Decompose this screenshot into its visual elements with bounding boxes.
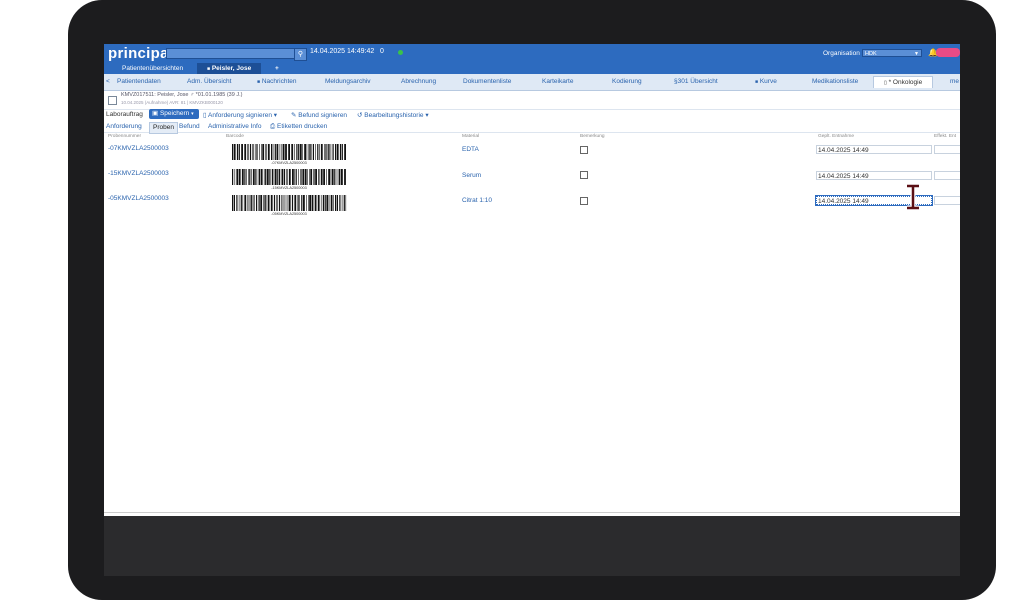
history-button[interactable]: ↺ Bearbeitungshistorie ▾ <box>357 111 429 119</box>
patient-info: KMVZ017511: Peisler, Jose ♂ *01.01.1985 … <box>121 92 243 98</box>
status-dot-icon <box>398 50 403 55</box>
nav-back-icon[interactable]: < <box>106 78 110 85</box>
top-bar: principa ⚲ 14.04.2025 14:49:42 0 Organis… <box>104 44 960 74</box>
nav-meldungsarchiv[interactable]: Meldungsarchiv <box>325 78 371 85</box>
effective-date-input[interactable] <box>934 171 960 180</box>
nav-nachrichten[interactable]: ■ Nachrichten <box>257 78 297 85</box>
chevron-down-icon: ▾ <box>191 111 194 117</box>
tab-anforderung[interactable]: Anforderung <box>106 123 142 130</box>
nav-onkologie[interactable]: ▯ * Onkologie <box>873 76 934 88</box>
nav-bar: < Patientendaten Adm. Übersicht ■ Nachri… <box>104 74 960 91</box>
nav-301-uebersicht[interactable]: §301 Übersicht <box>674 78 718 85</box>
patient-checkbox[interactable] <box>108 96 117 105</box>
organisation-select[interactable]: HDK ▼ <box>862 49 922 57</box>
tab-befund[interactable]: Befund <box>179 123 200 130</box>
tab-patient-overview[interactable]: Patientenübersichten <box>122 63 183 74</box>
history-icon: ↺ <box>357 112 363 119</box>
sign-result-label: Befund signieren <box>298 112 348 119</box>
tab-proben[interactable]: Proben <box>149 122 178 134</box>
save-button[interactable]: ▣ Speichern ▾ <box>149 109 199 119</box>
nav-dokumentenliste[interactable]: Dokumentenliste <box>463 78 511 85</box>
save-icon: ▣ <box>152 110 159 117</box>
toolbar-label: Laborauftrag <box>106 111 143 118</box>
col-probennummer: Probennummer <box>108 134 142 139</box>
barcode-bars-icon <box>232 169 346 185</box>
nav-adm-uebersicht[interactable]: Adm. Übersicht <box>187 78 231 85</box>
effective-date-input[interactable] <box>934 196 960 205</box>
bemerkung-checkbox[interactable] <box>580 197 588 205</box>
history-label: Bearbeitungshistorie <box>364 112 424 119</box>
search-input[interactable] <box>166 48 296 59</box>
nav-karteikarte[interactable]: Karteikarte <box>542 78 573 85</box>
folder-icon: ■ <box>207 66 211 72</box>
sample-number[interactable]: -15KMVZLA2500003 <box>108 170 169 177</box>
search-icon[interactable]: ⚲ <box>294 48 307 61</box>
bottom-panel <box>104 516 960 576</box>
text-cursor-icon <box>907 184 919 210</box>
folder-icon: ■ <box>257 79 261 85</box>
app-screen: principa ⚲ 14.04.2025 14:49:42 0 Organis… <box>104 44 960 576</box>
print-labels-label: Etiketten drucken <box>277 123 328 130</box>
sign-request-label: Anforderung signieren <box>208 112 272 119</box>
bemerkung-checkbox[interactable] <box>580 171 588 179</box>
col-material: Material <box>462 134 480 139</box>
nav-kurve-label: Kurve <box>759 78 777 85</box>
effective-date-input[interactable] <box>934 145 960 154</box>
barcode-bars-icon <box>232 144 346 160</box>
sign-result-button[interactable]: ✎ Befund signieren <box>291 111 347 119</box>
divider <box>104 512 960 513</box>
pen-icon: ✎ <box>291 112 297 119</box>
nav-more[interactable]: me <box>950 78 959 85</box>
document-sign-icon: ▯ <box>203 112 207 119</box>
sample-number[interactable]: -05KMVZLA2500003 <box>108 195 169 202</box>
col-geplante-entnahme: Geplt. Entnahme <box>818 134 854 139</box>
nav-nachrichten-label: Nachrichten <box>261 78 297 85</box>
material-link[interactable]: Serum <box>462 172 481 179</box>
tab-patient-peisler[interactable]: ■ Peisler, Jose <box>197 63 262 74</box>
col-effektive-entnahme: Effekt. Ent <box>934 134 957 139</box>
folder-icon: ■ <box>755 79 759 85</box>
material-link[interactable]: EDTA <box>462 146 479 153</box>
chevron-down-icon: ▼ <box>914 51 919 57</box>
printer-icon: ⎙ <box>270 123 276 130</box>
barcode-text: -15KMVZLA2500003 <box>271 186 307 190</box>
barcode-image: -05KMVZLA2500003 <box>230 195 348 217</box>
barcode-image: -07KMVZLA2500003 <box>230 144 348 166</box>
barcode-text: -05KMVZLA2500003 <box>271 212 307 216</box>
planned-date-input[interactable]: 14.04.2025 14:49 <box>816 171 932 180</box>
nav-medikationsliste[interactable]: Medikationsliste <box>812 78 858 85</box>
patient-case-info: 10.04.2025 (Aufnahme) AVR: 81 | KMVZKB00… <box>121 100 223 105</box>
organisation-value: HDK <box>865 51 877 57</box>
tab-patient-label: Peisler, Jose <box>211 65 252 72</box>
barcode-text: -07KMVZLA2500003 <box>271 161 307 165</box>
nav-onkologie-label: * Onkologie <box>888 79 923 86</box>
add-tab-button[interactable]: + <box>275 63 279 74</box>
print-labels-button[interactable]: ⎙ Etiketten drucken <box>270 123 327 131</box>
col-bemerkung: Bemerkung <box>580 134 605 139</box>
col-barcode: Barcode <box>226 134 244 139</box>
bemerkung-checkbox[interactable] <box>580 146 588 154</box>
planned-date-input[interactable]: 14.04.2025 14:49 <box>816 145 932 154</box>
document-icon: ▯ <box>884 80 887 86</box>
app-logo: principa <box>108 45 169 62</box>
material-link[interactable]: Citrat 1:10 <box>462 197 492 204</box>
barcode-image: -15KMVZLA2500003 <box>230 169 348 191</box>
save-label: Speichern <box>159 110 190 117</box>
clock: 14.04.2025 14:49:42 <box>310 48 375 55</box>
sample-number[interactable]: -07KMVZLA2500003 <box>108 145 169 152</box>
nav-kodierung[interactable]: Kodierung <box>612 78 642 85</box>
notification-badge[interactable] <box>936 48 960 57</box>
nav-abrechnung[interactable]: Abrechnung <box>401 78 436 85</box>
nav-patientendaten[interactable]: Patientendaten <box>117 78 161 85</box>
tab-administrative-info[interactable]: Administrative Info <box>208 123 261 130</box>
message-counter: 0 <box>380 48 384 55</box>
organisation-label: Organisation <box>823 50 860 57</box>
barcode-bars-icon <box>232 195 347 211</box>
sign-request-button[interactable]: ▯ Anforderung signieren ▾ <box>203 111 277 119</box>
nav-kurve[interactable]: ■ Kurve <box>755 78 777 85</box>
